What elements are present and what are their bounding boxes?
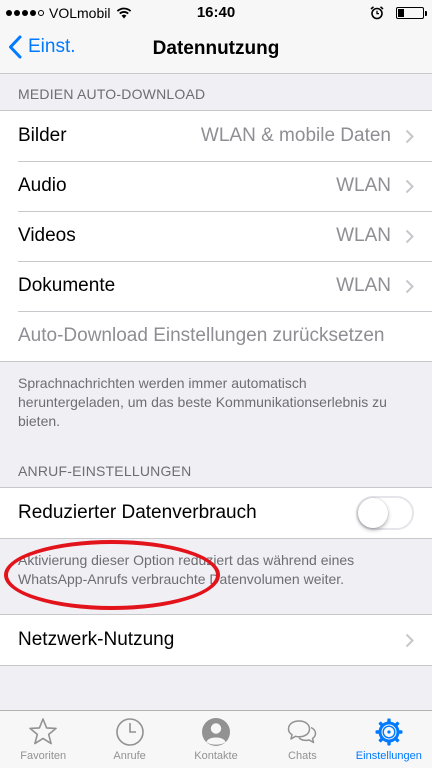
row-value: WLAN xyxy=(336,175,391,196)
media-auto-download-group: Bilder WLAN & mobile Daten Audio WLAN Vi… xyxy=(0,110,432,362)
reset-auto-download-button[interactable]: Auto-Download Einstellungen zurücksetzen xyxy=(0,311,432,361)
chevron-right-icon xyxy=(405,633,414,647)
row-value: WLAN & mobile Daten xyxy=(200,125,391,146)
media-section-header: MEDIEN AUTO-DOWNLOAD xyxy=(18,86,206,102)
row-label: Netzwerk-Nutzung xyxy=(18,629,175,650)
status-bar: VOLmobil 16:40 xyxy=(0,0,432,26)
gear-icon xyxy=(375,718,403,746)
row-label: Bilder xyxy=(18,125,67,146)
call-section-header: ANRUF-EINSTELLUNGEN xyxy=(18,463,192,479)
row-reduced-data-usage: Reduzierter Datenverbrauch xyxy=(0,488,432,538)
person-icon xyxy=(202,718,231,746)
chat-bubbles-icon xyxy=(288,720,317,744)
network-group: Netzwerk-Nutzung xyxy=(0,614,432,666)
row-audio[interactable]: Audio WLAN xyxy=(0,161,432,211)
clock-icon xyxy=(115,718,144,746)
row-bilder[interactable]: Bilder WLAN & mobile Daten xyxy=(0,111,432,161)
tab-favoriten[interactable]: Favoriten xyxy=(0,711,86,768)
row-videos[interactable]: Videos WLAN xyxy=(0,211,432,261)
back-button[interactable]: Einst. xyxy=(8,35,76,59)
chevron-right-icon xyxy=(405,129,414,143)
navigation-bar: Einst. Datennutzung xyxy=(0,26,432,74)
reset-label: Auto-Download Einstellungen zurücksetzen xyxy=(18,325,385,346)
settings-content[interactable]: MEDIEN AUTO-DOWNLOAD Bilder WLAN & mobil… xyxy=(0,74,432,710)
chevron-right-icon xyxy=(405,179,414,193)
chevron-right-icon xyxy=(405,279,414,293)
row-label: Audio xyxy=(18,175,67,196)
row-value: WLAN xyxy=(336,225,391,246)
media-section-footer: Sprachnachrichten werden immer automatis… xyxy=(18,375,387,429)
toggle-knob xyxy=(358,498,388,528)
row-network-usage[interactable]: Netzwerk-Nutzung xyxy=(0,615,432,665)
status-time: 16:40 xyxy=(196,4,236,21)
row-label: Videos xyxy=(18,225,76,246)
tab-kontakte[interactable]: Kontakte xyxy=(173,711,259,768)
tab-label: Einstellungen xyxy=(355,750,422,762)
tab-einstellungen[interactable]: Einstellungen xyxy=(346,711,432,768)
tab-label: Anrufe xyxy=(113,750,146,762)
call-settings-group: Reduzierter Datenverbrauch xyxy=(0,487,432,539)
chevron-left-icon xyxy=(9,35,22,59)
tab-label: Chats xyxy=(288,750,317,762)
row-label: Dokumente xyxy=(18,275,116,296)
row-label: Reduzierter Datenverbrauch xyxy=(18,502,257,523)
tab-label: Favoriten xyxy=(20,750,67,762)
call-section-footer: Aktivierung dieser Option reduziert das … xyxy=(18,552,355,587)
battery-icon xyxy=(396,7,427,19)
row-dokumente[interactable]: Dokumente WLAN xyxy=(0,261,432,311)
star-icon xyxy=(29,718,58,745)
back-label: Einst. xyxy=(28,36,76,57)
alarm-clock-icon xyxy=(370,6,384,20)
tab-bar: Favoriten Anrufe Kontakte Chats Einstell… xyxy=(0,710,432,768)
row-value: WLAN xyxy=(336,275,391,296)
chevron-right-icon xyxy=(405,229,414,243)
status-right xyxy=(370,6,427,20)
tab-anrufe[interactable]: Anrufe xyxy=(86,711,172,768)
reduced-data-toggle[interactable] xyxy=(356,496,414,530)
tab-label: Kontakte xyxy=(194,750,238,762)
tab-chats[interactable]: Chats xyxy=(259,711,345,768)
